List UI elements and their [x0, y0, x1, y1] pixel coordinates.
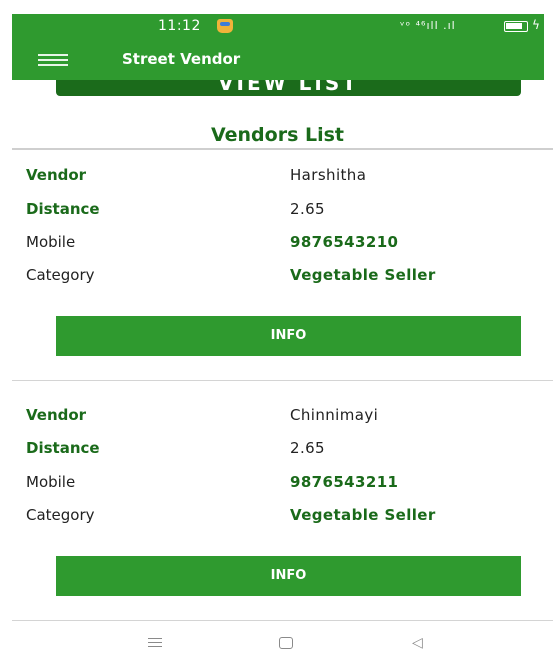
view-list-button[interactable]: VIEW LIST: [56, 80, 521, 96]
status-bar: 11:12 ᵛᵒ ⁴⁶ıll .ıl ϟ: [12, 14, 544, 40]
distance-label: Distance: [26, 200, 100, 218]
category-label: Category: [26, 266, 95, 284]
distance-value: 2.65: [290, 200, 325, 218]
phone-screen: 11:12 ᵛᵒ ⁴⁶ıll .ıl ϟ Street Vendor VIEW …: [0, 0, 555, 652]
mobile-value: 9876543211: [290, 473, 399, 491]
menu-icon[interactable]: [38, 54, 68, 66]
app-bar: Street Vendor: [12, 40, 544, 80]
nav-back-icon[interactable]: ◁: [412, 635, 423, 651]
view-list-label: VIEW LIST: [218, 80, 359, 95]
distance-value: 2.65: [290, 439, 325, 457]
vendor-name: Harshitha: [290, 166, 367, 184]
navigation-bar: ◁: [0, 634, 555, 652]
info-button[interactable]: INFO: [56, 316, 521, 356]
status-time: 11:12: [158, 18, 201, 34]
battery-icon: [504, 21, 528, 32]
nav-recent-icon[interactable]: [148, 638, 162, 648]
category-row: Category Vegetable Seller: [26, 266, 536, 288]
category-row: Category Vegetable Seller: [26, 506, 536, 528]
app-title: Street Vendor: [122, 50, 241, 68]
card-divider: [12, 620, 553, 621]
info-button[interactable]: INFO: [56, 556, 521, 596]
distance-label: Distance: [26, 439, 100, 457]
card-divider: [12, 380, 553, 381]
mobile-label: Mobile: [26, 233, 76, 251]
mobile-row: Mobile 9876543211: [26, 473, 536, 495]
vendor-row: Vendor Harshitha: [26, 166, 536, 188]
vendor-label: Vendor: [26, 166, 87, 184]
notification-icon: [217, 19, 233, 33]
vendor-name: Chinnimayi: [290, 406, 379, 424]
charging-icon: ϟ: [532, 18, 540, 32]
category-value: Vegetable Seller: [290, 506, 436, 524]
mobile-row: Mobile 9876543210: [26, 233, 536, 255]
distance-row: Distance 2.65: [26, 200, 536, 222]
mobile-value: 9876543210: [290, 233, 399, 251]
distance-row: Distance 2.65: [26, 439, 536, 461]
mobile-label: Mobile: [26, 473, 76, 491]
category-label: Category: [26, 506, 95, 524]
vendor-label: Vendor: [26, 406, 87, 424]
vendors-list-title: Vendors List: [210, 124, 345, 146]
nav-home-icon[interactable]: [279, 637, 293, 649]
vendor-row: Vendor Chinnimayi: [26, 406, 536, 428]
signal-icon: ᵛᵒ ⁴⁶ıll .ıl: [400, 19, 456, 32]
category-value: Vegetable Seller: [290, 266, 436, 284]
title-divider: [12, 148, 553, 150]
